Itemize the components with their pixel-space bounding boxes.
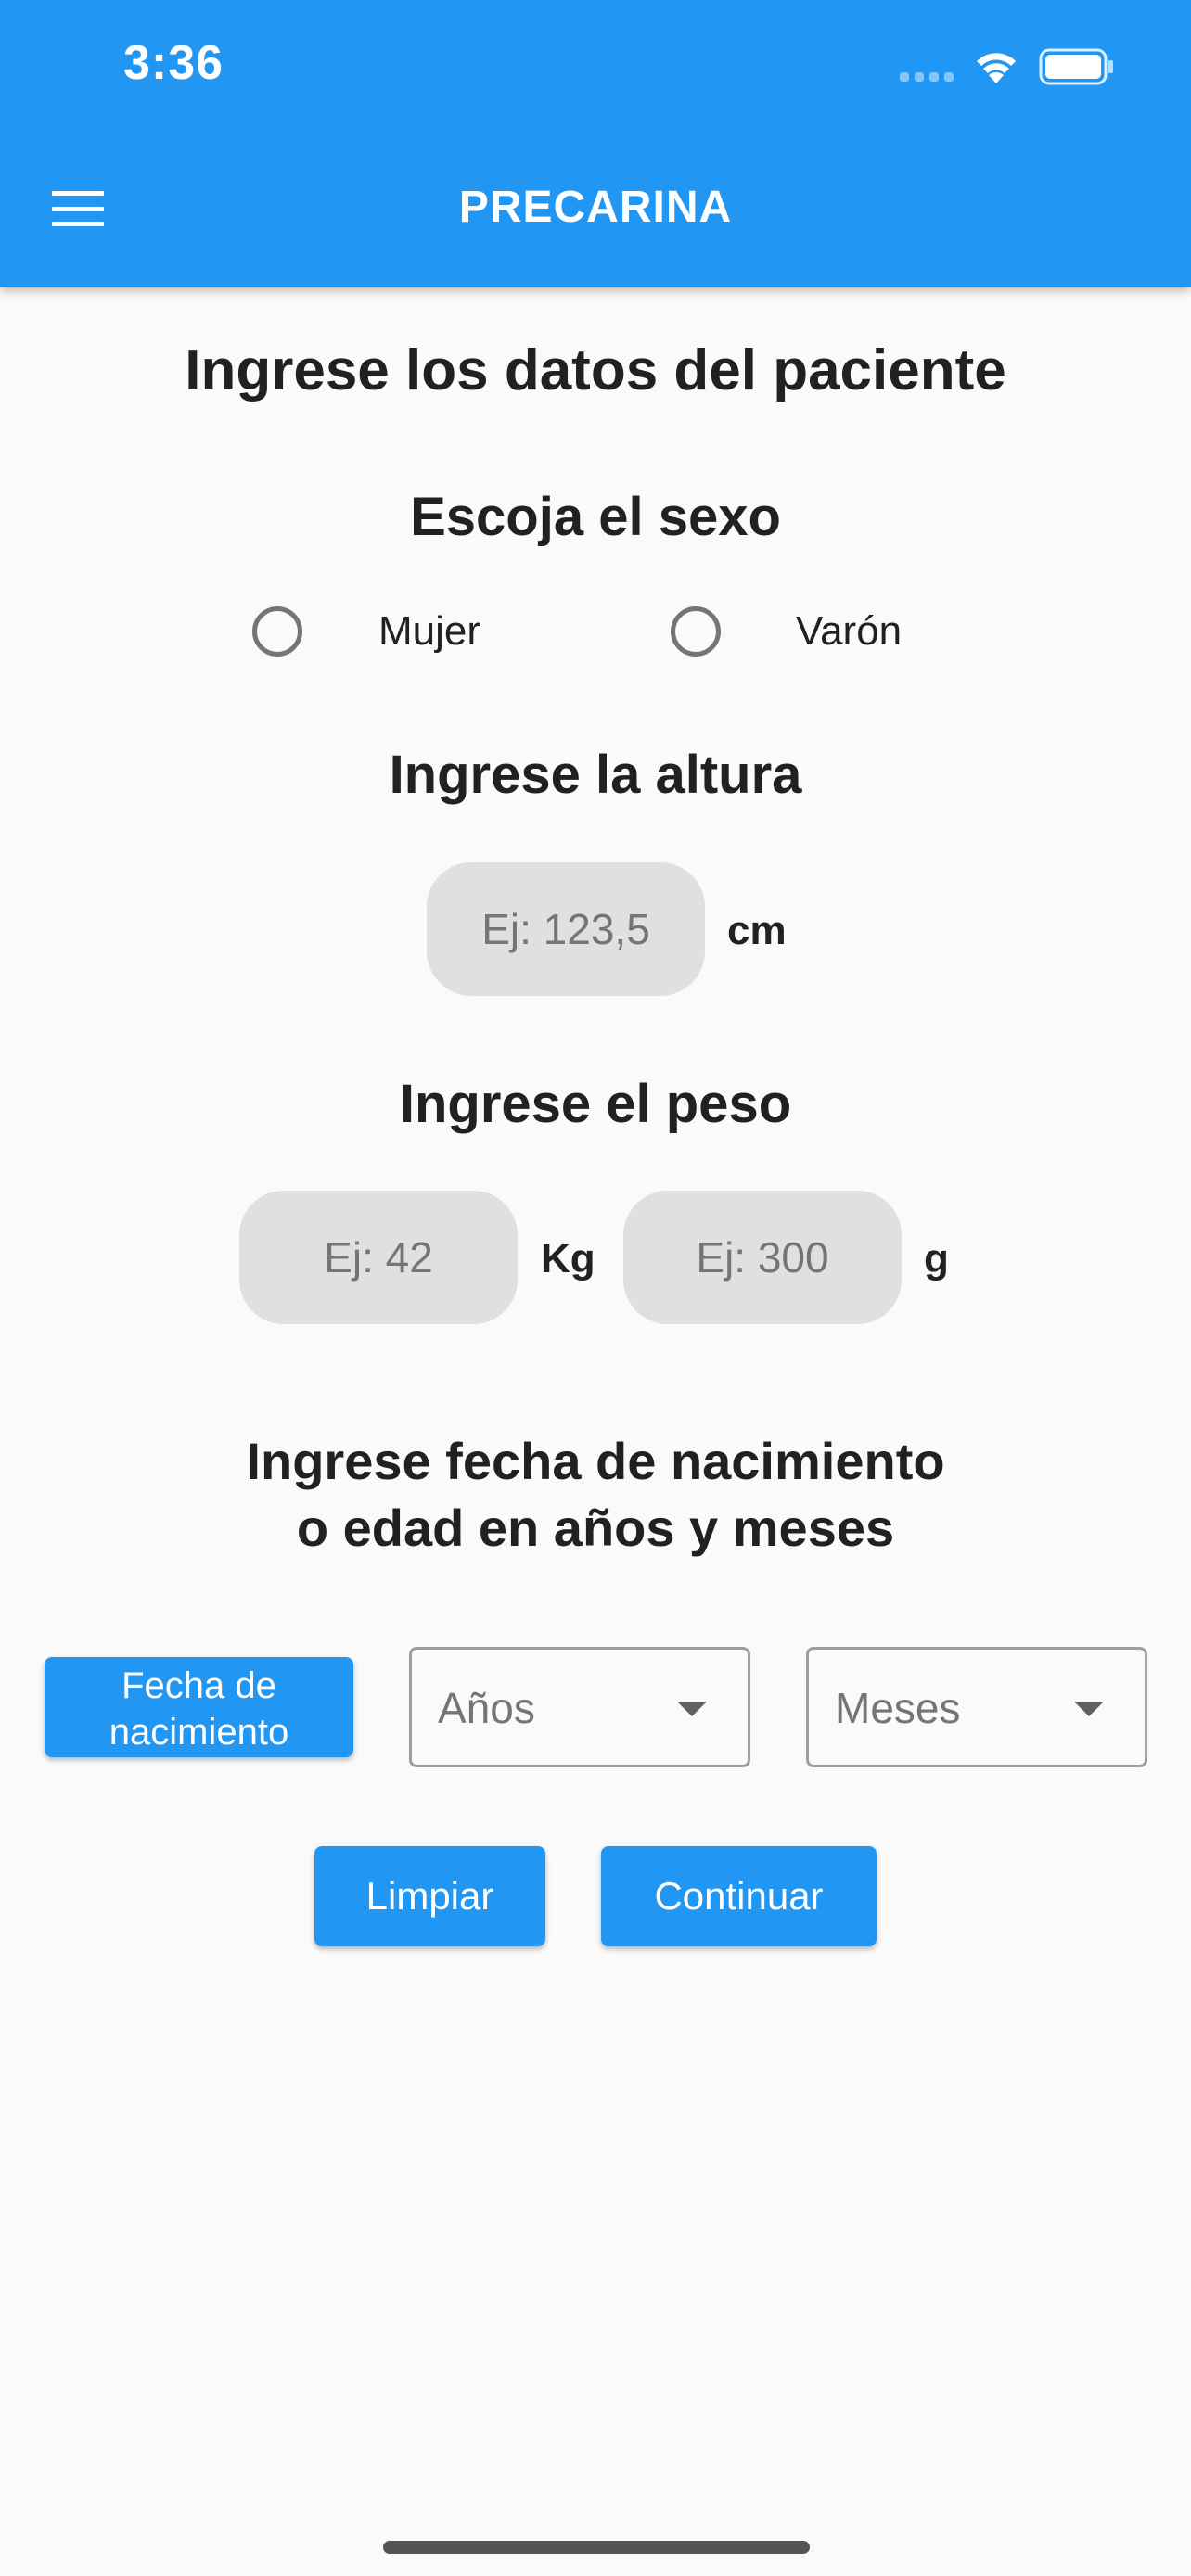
radio-label-mujer: Mujer	[378, 608, 481, 654]
months-dropdown-value: Meses	[835, 1684, 961, 1732]
continue-button[interactable]: Continuar	[601, 1846, 877, 1946]
birth-title-line2: o edad en años y meses	[296, 1498, 895, 1557]
clear-button[interactable]: Limpiar	[314, 1846, 545, 1946]
app-title: PRECARINA	[458, 183, 733, 232]
height-unit: cm	[727, 908, 787, 953]
screen: 3:36 PRECARINA Ingrese los datos del pac…	[0, 0, 1191, 2576]
cellular-signal-icon	[900, 72, 957, 82]
birth-date-button-line1: Fecha de	[122, 1665, 276, 1706]
weight-g-unit: g	[924, 1236, 949, 1282]
months-dropdown-arrow-icon	[1074, 1702, 1104, 1716]
home-indicator[interactable]	[383, 2541, 810, 2554]
years-dropdown-arrow-icon	[677, 1702, 707, 1716]
status-time: 3:36	[123, 36, 224, 90]
radio-label-varon: Varón	[796, 608, 903, 654]
height-input[interactable]	[427, 862, 705, 996]
page-title: Ingrese los datos del paciente	[185, 338, 1006, 402]
years-dropdown-value: Años	[438, 1684, 535, 1732]
years-dropdown[interactable]: Años	[409, 1647, 750, 1767]
birth-title-line1: Ingrese fecha de nacimiento	[246, 1432, 945, 1490]
weight-kg-unit: Kg	[541, 1236, 596, 1282]
battery-icon	[1039, 48, 1113, 85]
height-section-title: Ingrese la altura	[389, 745, 802, 805]
weight-kg-input[interactable]	[239, 1191, 518, 1324]
weight-section-title: Ingrese el peso	[399, 1074, 792, 1134]
sex-section-title: Escoja el sexo	[410, 487, 781, 547]
birth-date-button-line2: nacimiento	[109, 1712, 289, 1753]
months-dropdown[interactable]: Meses	[806, 1647, 1147, 1767]
app-bar: 3:36 PRECARINA	[0, 0, 1191, 287]
birth-date-button[interactable]: Fecha de nacimiento	[45, 1657, 353, 1757]
radio-mujer[interactable]	[252, 606, 302, 657]
birth-section-title: Ingrese fecha de nacimiento o edad en añ…	[0, 1428, 1191, 1562]
weight-g-input[interactable]	[623, 1191, 902, 1324]
wifi-icon	[977, 53, 1016, 83]
radio-varon[interactable]	[671, 606, 721, 657]
